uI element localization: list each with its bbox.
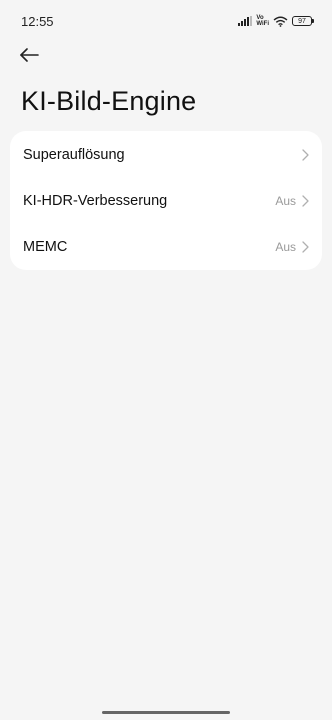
status-icons: Vo WiFi 97 (238, 13, 314, 29)
status-time: 12:55 (21, 14, 54, 29)
settings-item-label: MEMC (23, 239, 68, 255)
cellular-signal-icon (238, 16, 253, 26)
settings-item-label: Superauflösung (23, 147, 125, 163)
home-indicator[interactable] (102, 711, 230, 714)
settings-card: Superauflösung KI-HDR-Verbesserung Aus M… (10, 131, 322, 270)
settings-item-value: Aus (275, 194, 296, 208)
chevron-right-icon (302, 195, 309, 207)
vowifi-bottom-text: WiFi (256, 21, 269, 27)
settings-item-memc[interactable]: MEMC Aus (10, 224, 322, 270)
back-button[interactable] (19, 45, 47, 69)
battery-level: 97 (298, 17, 306, 25)
battery-icon: 97 (292, 16, 314, 26)
vowifi-icon: Vo WiFi (256, 15, 269, 27)
settings-item-ki-hdr-verbesserung[interactable]: KI-HDR-Verbesserung Aus (10, 178, 322, 224)
wifi-icon (273, 16, 288, 27)
chevron-right-icon (302, 241, 309, 253)
settings-item-superaufloesung[interactable]: Superauflösung (10, 132, 322, 178)
settings-item-label: KI-HDR-Verbesserung (23, 193, 168, 209)
back-arrow-icon (19, 47, 39, 67)
settings-item-value: Aus (275, 240, 296, 254)
status-bar: 12:55 Vo WiFi 97 (0, 0, 332, 44)
chevron-right-icon (302, 149, 309, 161)
page-title: KI-Bild-Engine (21, 86, 197, 116)
